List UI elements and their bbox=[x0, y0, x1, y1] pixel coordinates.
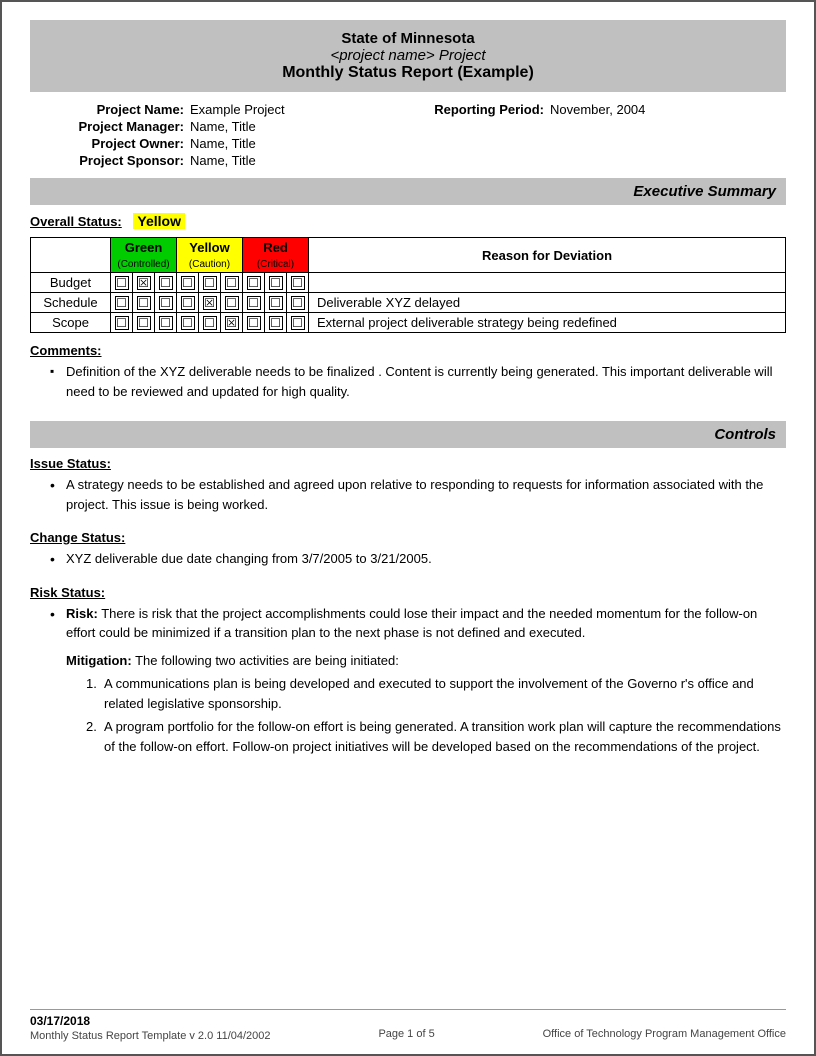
cb-yellow-0-2 bbox=[221, 273, 243, 293]
th-green: Green (Controlled) bbox=[111, 238, 177, 273]
mitigation-item-2: 2. A program portfolio for the follow-on… bbox=[86, 717, 786, 756]
th-red: Red (Critical) bbox=[243, 238, 309, 273]
cb-yellow-0-0 bbox=[177, 273, 199, 293]
mitigation-intro: The following two activities are being i… bbox=[135, 653, 399, 668]
project-info: Project Name: Example Project Reporting … bbox=[30, 102, 786, 168]
comments-list: Definition of the XYZ deliverable needs … bbox=[30, 362, 786, 401]
executive-summary-header: Executive Summary bbox=[30, 178, 786, 205]
footer-right: Office of Technology Program Management … bbox=[543, 1014, 786, 1042]
mitigation-label: Mitigation: bbox=[66, 653, 132, 668]
controls-header: Controls bbox=[30, 421, 786, 448]
cb-red-0-2 bbox=[287, 273, 309, 293]
cb-red-0-1 bbox=[265, 273, 287, 293]
cb-green-0-2 bbox=[155, 273, 177, 293]
risk-status-label: Risk Status: bbox=[30, 585, 786, 600]
cb-green-2-2 bbox=[155, 313, 177, 333]
project-manager-label: Project Manager: bbox=[30, 119, 190, 134]
cb-yellow-2-0 bbox=[177, 313, 199, 333]
th-yellow: Yellow (Caution) bbox=[177, 238, 243, 273]
reporting-period-value: November, 2004 bbox=[550, 102, 790, 117]
cb-green-1-0 bbox=[111, 293, 133, 313]
mitigation-item-1: 1. A communications plan is being develo… bbox=[86, 674, 786, 713]
status-row-label-1: Schedule bbox=[31, 293, 111, 313]
footer-template-info: Monthly Status Report Template v 2.0 11/… bbox=[30, 1030, 271, 1042]
change-status-label: Change Status: bbox=[30, 530, 786, 545]
cb-red-0-0 bbox=[243, 273, 265, 293]
th-reason: Reason for Deviation bbox=[309, 238, 786, 273]
reason-cell-2: External project deliverable strategy be… bbox=[309, 313, 786, 333]
change-status-section: Change Status: XYZ deliverable due date … bbox=[30, 530, 786, 577]
mitigation-list: 1. A communications plan is being develo… bbox=[66, 674, 786, 756]
cb-yellow-1-1 bbox=[199, 293, 221, 313]
project-name-value: Example Project bbox=[190, 102, 390, 117]
header-box: State of Minnesota <project name> Projec… bbox=[30, 20, 786, 92]
cb-red-2-0 bbox=[243, 313, 265, 333]
project-owner-label: Project Owner: bbox=[30, 136, 190, 151]
status-table: Green (Controlled) Yellow (Caution) Red … bbox=[30, 237, 786, 333]
status-row-label-0: Budget bbox=[31, 273, 111, 293]
project-name-label: Project Name: bbox=[30, 102, 190, 117]
issue-list: A strategy needs to be established and a… bbox=[30, 475, 786, 514]
risk-status-section: Risk Status: Risk: There is risk that th… bbox=[30, 585, 786, 765]
issue-status-section: Issue Status: A strategy needs to be est… bbox=[30, 456, 786, 522]
cb-red-1-2 bbox=[287, 293, 309, 313]
comments-section: Comments: Definition of the XYZ delivera… bbox=[30, 343, 786, 409]
cb-green-2-1 bbox=[133, 313, 155, 333]
cb-green-0-0 bbox=[111, 273, 133, 293]
risk-item: Risk: There is risk that the project acc… bbox=[50, 604, 786, 643]
cb-yellow-1-2 bbox=[221, 293, 243, 313]
project-manager-value: Name, Title bbox=[190, 119, 390, 134]
risk-text: There is risk that the project accomplis… bbox=[66, 606, 757, 641]
cb-yellow-2-2 bbox=[221, 313, 243, 333]
footer: 03/17/2018 Monthly Status Report Templat… bbox=[30, 1009, 786, 1042]
cb-yellow-2-1 bbox=[199, 313, 221, 333]
cb-red-1-0 bbox=[243, 293, 265, 313]
change-item: XYZ deliverable due date changing from 3… bbox=[50, 549, 786, 569]
footer-date: 03/17/2018 bbox=[30, 1014, 271, 1028]
cb-green-0-1 bbox=[133, 273, 155, 293]
reason-cell-1: Deliverable XYZ delayed bbox=[309, 293, 786, 313]
footer-office: Office of Technology Program Management … bbox=[543, 1028, 786, 1040]
cb-yellow-0-1 bbox=[199, 273, 221, 293]
page: State of Minnesota <project name> Projec… bbox=[0, 0, 816, 1056]
overall-status-row: Overall Status: Yellow bbox=[30, 213, 786, 229]
reason-cell-0 bbox=[309, 273, 786, 293]
risk-list: Risk: There is risk that the project acc… bbox=[30, 604, 786, 643]
footer-center: Page 1 of 5 bbox=[378, 1014, 434, 1042]
cb-red-1-1 bbox=[265, 293, 287, 313]
header-title3: Monthly Status Report (Example) bbox=[38, 64, 778, 82]
header-title2: <project name> Project bbox=[38, 47, 778, 64]
th-empty bbox=[31, 238, 111, 273]
status-row-label-2: Scope bbox=[31, 313, 111, 333]
cb-red-2-1 bbox=[265, 313, 287, 333]
reporting-period-label: Reporting Period: bbox=[390, 102, 550, 117]
issue-status-label: Issue Status: bbox=[30, 456, 786, 471]
project-owner-value: Name, Title bbox=[190, 136, 390, 151]
footer-page: Page 1 of 5 bbox=[378, 1028, 434, 1040]
cb-green-1-1 bbox=[133, 293, 155, 313]
cb-green-2-0 bbox=[111, 313, 133, 333]
cb-yellow-1-0 bbox=[177, 293, 199, 313]
comment-item: Definition of the XYZ deliverable needs … bbox=[50, 362, 786, 401]
comments-label: Comments: bbox=[30, 343, 786, 358]
overall-status-label: Overall Status: bbox=[30, 214, 122, 229]
change-list: XYZ deliverable due date changing from 3… bbox=[30, 549, 786, 569]
project-sponsor-label: Project Sponsor: bbox=[30, 153, 190, 168]
cb-green-1-2 bbox=[155, 293, 177, 313]
mitigation-block: Mitigation: The following two activities… bbox=[30, 651, 786, 757]
project-sponsor-value: Name, Title bbox=[190, 153, 390, 168]
issue-item: A strategy needs to be established and a… bbox=[50, 475, 786, 514]
cb-red-2-2 bbox=[287, 313, 309, 333]
footer-left: 03/17/2018 Monthly Status Report Templat… bbox=[30, 1014, 271, 1042]
header-title1: State of Minnesota bbox=[38, 30, 778, 47]
overall-status-value: Yellow bbox=[133, 213, 185, 229]
risk-label: Risk: bbox=[66, 606, 98, 621]
